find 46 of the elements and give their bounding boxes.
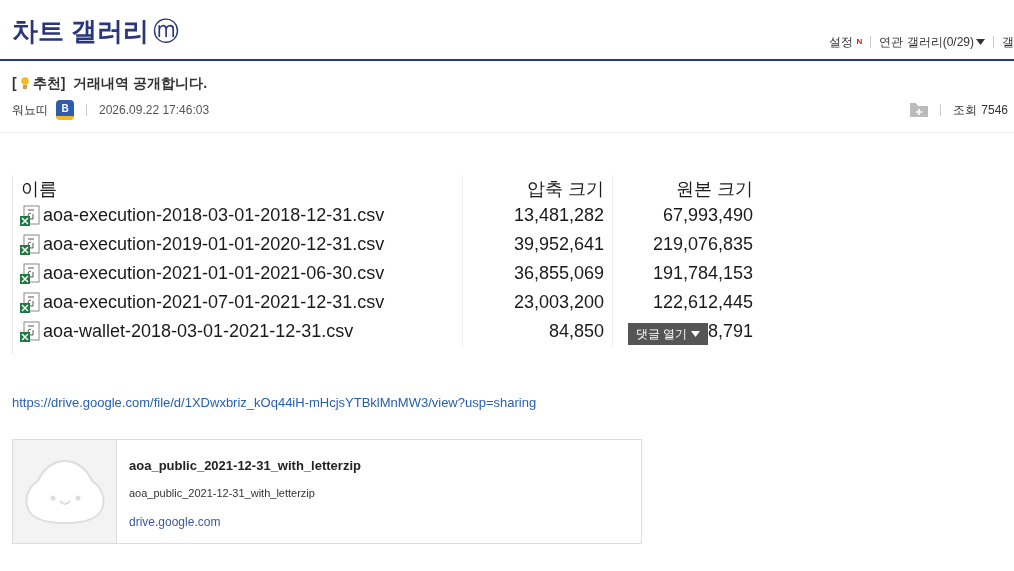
file-name[interactable]: aoa-execution-2021-01-01-2021-06-30.csv	[43, 259, 385, 288]
file-name[interactable]: aoa-execution-2018-03-01-2018-12-31.csv	[43, 201, 385, 230]
top-link[interactable]: 연관 갤러리(0/29)	[879, 33, 974, 51]
author-name[interactable]: 워뇨띠	[12, 101, 48, 119]
compressed-size: 39,952,641	[513, 234, 604, 254]
post-tag: 추천]	[32, 73, 66, 94]
spreadsheet-file-icon	[19, 291, 41, 314]
file-name[interactable]: aoa-execution-2019-01-01-2020-12-31.csv	[43, 230, 385, 259]
add-folder-icon[interactable]	[910, 103, 929, 117]
compressed-size: 36,855,069	[513, 263, 604, 283]
original-size: 8,791	[707, 320, 753, 343]
original-size: 122,612,445	[652, 291, 753, 314]
spreadsheet-file-icon	[19, 262, 41, 285]
link-preview-card[interactable]: aoa_public_2021-12-31_with_letterzip aoa_public_2021-12-31_with_letterzip drive.google.com	[12, 439, 642, 544]
title-bracket: [	[12, 74, 17, 93]
file-name[interactable]: aoa-wallet-2018-03-01-2021-12-31.csv	[43, 317, 354, 346]
view-count: 7546	[981, 102, 1008, 119]
column-header[interactable]: 이름	[13, 175, 463, 201]
column-header[interactable]: 원본 크기	[613, 175, 761, 201]
original-size: 67,993,490	[662, 204, 753, 227]
compressed-size: 84,850	[548, 321, 604, 341]
spreadsheet-file-icon	[19, 320, 41, 343]
post-title: 거래내역 공개합니다.	[73, 74, 208, 93]
card-title: aoa_public_2021-12-31_with_letterzip	[129, 457, 361, 475]
new-mark: N	[856, 36, 863, 48]
card-description: aoa_public_2021-12-31_with_letterzip	[129, 485, 316, 501]
drive-link[interactable]: https://drive.google.com/file/d/1XDwxbriz_kOq44iH-mHcjsYTBklMnMW3/view?usp=sharing	[12, 395, 537, 410]
views-label: 조회	[953, 102, 978, 119]
original-size: 219,076,835	[652, 233, 753, 256]
spreadsheet-file-icon	[19, 233, 41, 256]
column-header[interactable]: 압축 크기	[463, 175, 613, 201]
open-comments-button[interactable]: 댓글 열기	[627, 322, 708, 345]
top-link[interactable]: 갤	[1002, 33, 1014, 51]
compressed-size: 23,003,200	[513, 292, 604, 312]
spreadsheet-file-icon	[19, 204, 41, 227]
original-size: 191,784,153	[652, 262, 753, 285]
top-link[interactable]: 설정	[828, 33, 853, 51]
caret-icon	[690, 330, 700, 337]
file-name[interactable]: aoa-execution-2021-07-01-2021-12-31.csv	[43, 288, 385, 317]
lightbulb-icon	[20, 77, 29, 90]
gallery-mark-label: ⓜ	[153, 15, 180, 48]
compressed-size: 13,481,282	[513, 205, 604, 225]
card-domain: drive.google.com	[129, 514, 222, 531]
post-date: 2026.09.22 17:46:03	[99, 102, 210, 119]
gallery-title[interactable]: 차트 갤러리	[12, 12, 150, 51]
rank-badge: B	[56, 100, 74, 120]
